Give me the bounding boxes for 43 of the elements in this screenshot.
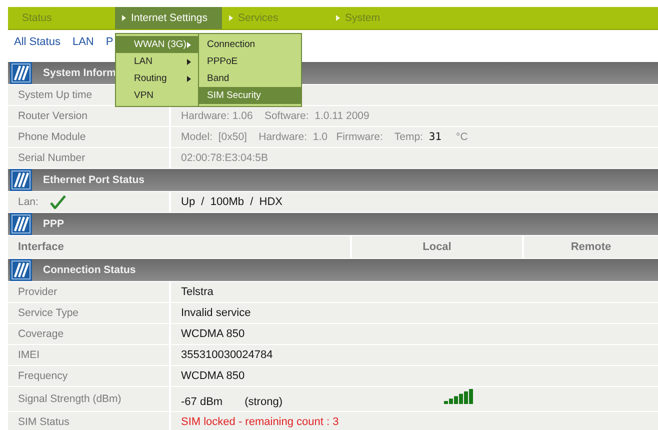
row-label: Phone Module (18, 131, 86, 143)
row-label: Serial Number (18, 152, 86, 164)
row-label: Service Type (18, 307, 79, 319)
row-label: Signal Strength (dBm) (18, 393, 122, 405)
value-text: Up / 100Mb / HDX (181, 196, 282, 208)
row-label: Router Version (18, 110, 88, 122)
section-title: System Inform (43, 67, 116, 79)
row-label: SIM Status (18, 416, 70, 428)
menu-item[interactable]: WWAN (3G) (116, 36, 198, 53)
nav-link[interactable]: All Status (14, 35, 60, 49)
menu-item[interactable]: SIM Security (199, 87, 301, 104)
menu-item[interactable]: PPPoE (199, 53, 301, 70)
value-text: Invalid service (181, 307, 251, 319)
menu-item[interactable]: Routing (116, 70, 198, 87)
value-text: Hardware: 1.06 Software: 1.0.11 2009 (181, 110, 370, 122)
column-header: Local (352, 236, 524, 258)
value-text: Model: [0x50] Hardware: 1.0 Firmware: Temp: 31 °C (181, 131, 468, 143)
value-text: -67 dBm (181, 396, 223, 408)
row-label: IMEI (18, 349, 40, 361)
row-label: Lan: (18, 196, 38, 208)
value-text: (strong) (244, 396, 282, 408)
value-text: Telstra (181, 286, 214, 298)
column-header: Interface (8, 236, 352, 258)
menu-item[interactable]: Band (199, 70, 301, 87)
row-label: Coverage (18, 328, 64, 340)
value-text: WCDMA 850 (181, 370, 245, 382)
menu-item[interactable]: LAN (116, 53, 198, 70)
menu-item[interactable]: VPN (116, 87, 198, 104)
value-text: 355310030024784 (181, 349, 273, 361)
value-text: WCDMA 850 (181, 328, 245, 340)
column-header: Remote (524, 236, 658, 258)
row-label: Provider (18, 286, 58, 298)
nav-link[interactable]: P (106, 35, 114, 49)
row-label: System Up time (18, 89, 92, 101)
value-text: 02:00:78:E3:04:5B (181, 152, 268, 164)
nav-link[interactable]: LAN (72, 35, 94, 49)
value-text: SIM locked - remaining count : 3 (181, 416, 339, 428)
nav-tab[interactable]: Internet Settings (115, 7, 222, 29)
section-title: PPP (43, 218, 64, 230)
section-title: Connection Status (43, 264, 136, 276)
row-label: Frequency (18, 370, 68, 382)
menu-item[interactable]: Connection (199, 36, 301, 53)
section-title: Ethernet Port Status (43, 174, 145, 186)
